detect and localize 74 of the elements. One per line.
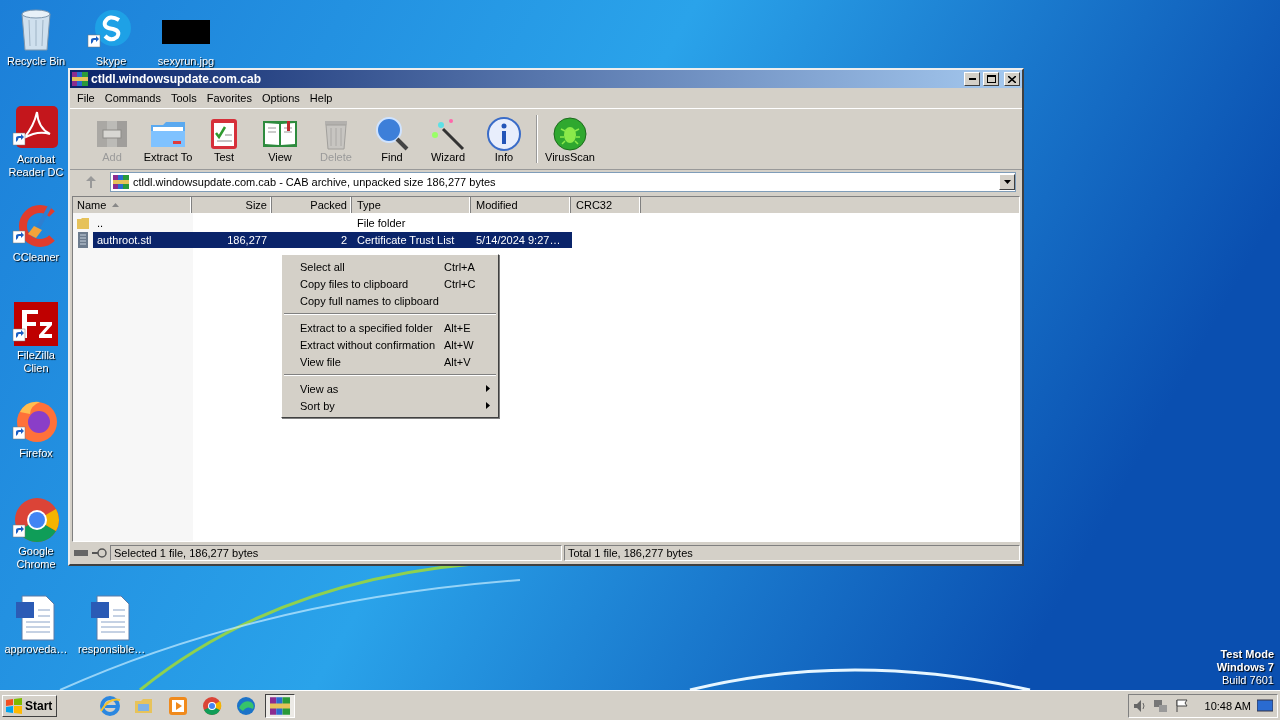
menu-item[interactable]: Copy full names to clipboard xyxy=(282,292,498,309)
taskbar-button[interactable] xyxy=(265,693,296,718)
menu-item[interactable]: Extract to a specified folder Alt+E xyxy=(282,319,498,336)
window-title: ctldl.windowsupdate.com.cab xyxy=(91,72,263,86)
desktop-icon-label: Skype xyxy=(95,55,127,68)
toolbar-button[interactable]: Test xyxy=(196,115,252,163)
toolbar-button[interactable]: Extract To xyxy=(140,115,196,163)
menu-item[interactable]: Commands xyxy=(99,92,166,104)
menu-item[interactable]: Favorites xyxy=(201,92,257,104)
os-notice-text: Test Mode xyxy=(1220,648,1274,661)
toolbar-button[interactable]: Find xyxy=(364,115,420,163)
table-cell: Certificate Trust List xyxy=(357,233,455,246)
maximize-icon xyxy=(986,75,996,83)
flag-icon[interactable] xyxy=(1174,698,1189,713)
minimize-button[interactable] xyxy=(964,72,980,86)
menu-item[interactable]: Copy files to clipboard Ctrl+C xyxy=(282,275,498,292)
desktop-icon-label: Firefox xyxy=(19,447,53,460)
os-notice-text: Build 7601 xyxy=(1222,674,1274,687)
menu-item[interactable]: Sort by xyxy=(282,397,498,414)
close-button[interactable] xyxy=(1004,72,1020,86)
menu-item[interactable]: Tools xyxy=(166,92,202,104)
toolbar-button[interactable]: Wizard xyxy=(420,115,476,163)
browser-e-icon xyxy=(99,694,122,717)
menu-item[interactable]: Extract without confirmation Alt+W xyxy=(282,336,498,353)
dropdown-button[interactable] xyxy=(999,174,1015,190)
dropdown-arrow-icon xyxy=(1003,180,1011,184)
address-field[interactable]: ctldl.windowsupdate.com.cab - CAB archive, unpacked size 186,277 bytes xyxy=(110,172,1016,192)
menu-item[interactable]: File xyxy=(72,92,100,104)
toolbar-button[interactable]: Info xyxy=(476,115,532,163)
clock[interactable]: 10:48 AM xyxy=(1204,699,1251,712)
desktop-icon-label: responsible… xyxy=(78,643,144,656)
speaker-icon[interactable] xyxy=(1132,698,1147,713)
table-cell: 186,277 xyxy=(227,233,267,246)
up-arrow-icon xyxy=(86,176,96,188)
table-cell: File folder xyxy=(357,216,406,229)
network-icon[interactable] xyxy=(1152,698,1169,713)
file-name: .. xyxy=(97,216,104,229)
menu-item[interactable]: Options xyxy=(256,92,305,104)
menu-item[interactable]: View file Alt+V xyxy=(282,353,498,370)
os-notice-text: Windows 7 xyxy=(1216,661,1274,674)
search-icon xyxy=(373,115,411,151)
minimize-icon xyxy=(968,78,976,80)
menu-item[interactable]: Select all Ctrl+A xyxy=(282,258,498,275)
folder-icon xyxy=(76,215,90,230)
file-row[interactable]: authroot.stl 186,277 2 Certificate Trust List 5/14/2024 9:27… xyxy=(93,231,572,248)
bug-icon xyxy=(551,115,589,151)
status-text: Selected 1 file, 186,277 bytes xyxy=(110,545,562,561)
menu-item[interactable]: Help xyxy=(304,92,338,104)
info-icon xyxy=(485,115,523,151)
status-text: Total 1 file, 186,277 bytes xyxy=(564,545,1020,561)
show-desktop-icon[interactable] xyxy=(1257,698,1273,713)
edge-icon xyxy=(235,694,258,717)
maximize-button[interactable] xyxy=(983,72,999,86)
desktop-icon-label: FileZilla Clien xyxy=(16,349,56,375)
desktop-icon-label: Acrobat Reader DC xyxy=(7,153,65,179)
drive-key-icon xyxy=(72,547,108,559)
start-button[interactable]: Start xyxy=(2,694,58,717)
desktop-icon-label: approveda… xyxy=(4,643,68,656)
table-cell: 5/14/2024 9:27… xyxy=(476,233,561,246)
desktop-icon-label: Recycle Bin xyxy=(6,55,66,68)
desktop-icon-label: sexyrun.jpg xyxy=(157,55,215,68)
file-name: authroot.stl xyxy=(97,233,152,246)
desktop-icon-label: CCleaner xyxy=(12,251,60,264)
file-icon xyxy=(76,231,90,248)
table-cell: 2 xyxy=(340,233,347,246)
media-player-icon xyxy=(167,694,190,717)
desktop-icon-label: Google Chrome xyxy=(15,545,57,571)
file-row[interactable]: .. File folder xyxy=(93,214,572,231)
close-icon xyxy=(1008,75,1016,83)
menu-item[interactable]: View as xyxy=(282,380,498,397)
windows-logo-icon xyxy=(5,697,23,714)
toolbar-button[interactable]: VirusScan xyxy=(542,115,598,163)
toolbar-button[interactable]: View xyxy=(252,115,308,163)
chrome-icon xyxy=(201,694,224,717)
